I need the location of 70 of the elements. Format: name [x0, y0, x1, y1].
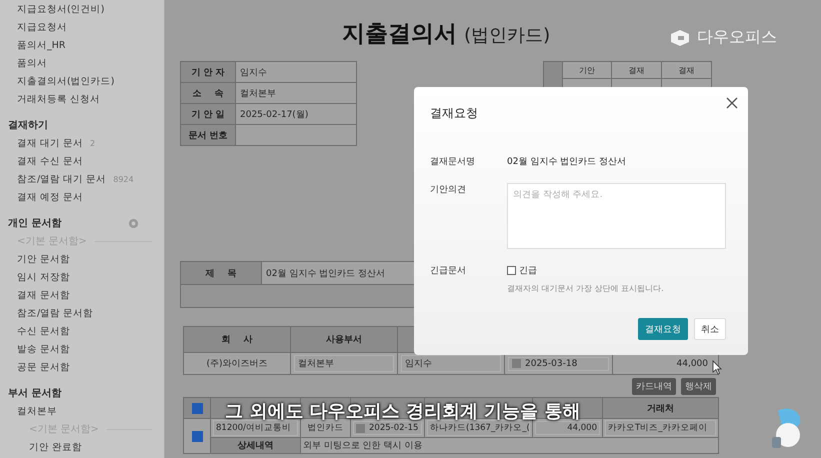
input-field[interactable]: 컬처본부: [294, 355, 394, 372]
sidebar-item[interactable]: 지급요청서: [17, 20, 67, 34]
section-title[interactable]: 개인 문서함: [8, 216, 62, 230]
cancel-button[interactable]: 취소: [694, 318, 726, 340]
sidebar-item[interactable]: 지급요청서(인건비): [17, 2, 104, 16]
table-cell: (주)와이즈버즈: [184, 352, 290, 374]
approval-header: 결재: [612, 62, 662, 78]
table-header-cell: 거래처: [602, 398, 718, 418]
sidebar-item[interactable]: 품의서_HR: [17, 38, 66, 52]
approval-header: 기안: [562, 62, 612, 78]
table-header-cell: 상세내역: [210, 438, 300, 454]
input-field[interactable]: 44,000: [535, 421, 600, 435]
brand-name: 다우오피스: [697, 27, 777, 48]
item-count: 8924: [113, 174, 134, 184]
field-value: 2025-02-17(월): [236, 104, 356, 124]
dialog-title: 결재요청: [430, 105, 479, 121]
sidebar-item[interactable]: 품의서: [17, 56, 47, 70]
item-count: 2: [90, 138, 96, 148]
sidebar-item[interactable]: 발송 문서함: [17, 342, 70, 356]
checkbox[interactable]: [192, 402, 202, 414]
approval-header: 결재: [662, 62, 712, 78]
input-field[interactable]: 임지수: [401, 355, 501, 372]
action-button[interactable]: 행삭제: [681, 378, 716, 395]
close-icon[interactable]: [725, 96, 739, 110]
field-label: 기안의견: [430, 184, 467, 196]
input-field[interactable]: 카카오T비즈_카카오페이: [605, 420, 716, 436]
date-field[interactable]: 2025-02-15: [353, 421, 422, 435]
field-label: 기 안 자: [180, 62, 236, 82]
input-field[interactable]: 81200/여비교통비: [213, 420, 298, 436]
submit-button[interactable]: 결재요청: [638, 318, 688, 340]
sidebar-item[interactable]: 참조/열람 대기 문서: [17, 172, 106, 186]
table-header-cell: 사용부서: [290, 326, 398, 352]
sidebar-item[interactable]: 수신 문서함: [17, 324, 70, 338]
field-label: 소 속: [180, 82, 236, 104]
detail-text: 외부 미팅으로 인한 택시 이용: [303, 441, 422, 451]
sidebar-item[interactable]: 거래처등록 신청서: [17, 92, 100, 106]
document-title: 지출결의서: [342, 21, 457, 47]
field-value: 컬처본부: [236, 82, 356, 104]
field-label: 긴급문서: [430, 265, 467, 277]
cursor-icon: [712, 360, 722, 375]
checkbox[interactable]: [192, 430, 202, 442]
sidebar-item[interactable]: 참조/열람 문서함: [17, 306, 94, 320]
hint-text: 결재자의 대기문서 가장 상단에 표시됩니다.: [507, 283, 665, 294]
field-label: 제 목: [180, 262, 262, 284]
sidebar-item[interactable]: 결재 예정 문서: [17, 190, 84, 204]
section-title[interactable]: 부서 문서함: [8, 386, 62, 400]
document-subtitle: (법인카드): [464, 25, 550, 46]
sidebar-item[interactable]: 컬처본부: [17, 404, 57, 418]
logo-icon: [669, 28, 691, 48]
field-label: 기 안 일: [180, 104, 236, 124]
field-label: 문서 번호: [180, 124, 236, 146]
sidebar-item[interactable]: 공문 문서함: [17, 360, 70, 374]
table-cell: 법인카드: [300, 418, 350, 438]
sidebar-item[interactable]: 기안 문서함: [17, 252, 70, 266]
field-value: 02월 임지수 법인카드 정산서: [507, 156, 628, 168]
comment-field[interactable]: 의견을 작성해 주세요.: [507, 183, 726, 249]
input-field[interactable]: 하나카드(1367_카카오_(: [427, 420, 530, 436]
sidebar-item[interactable]: 결재 수신 문서: [17, 154, 84, 168]
table-header-cell: 회 사: [184, 326, 290, 352]
settings-icon[interactable]: [128, 218, 139, 228]
section-title[interactable]: 결재하기: [8, 118, 48, 132]
field-label: 결재문서명: [430, 156, 476, 168]
field-value: 임지수: [236, 62, 356, 82]
sidebar-item[interactable]: 지출결의서(법인카드): [17, 74, 114, 88]
action-button[interactable]: 카드내역: [632, 378, 676, 395]
sidebar-item[interactable]: 결재 문서함: [17, 288, 70, 302]
sidebar-item[interactable]: 결재 대기 문서: [17, 136, 84, 150]
sidebar-item[interactable]: 기안 완료함: [29, 440, 82, 454]
sidebar-item[interactable]: 임시 저장함: [17, 270, 70, 284]
date-field[interactable]: 2025-03-18: [508, 356, 609, 370]
